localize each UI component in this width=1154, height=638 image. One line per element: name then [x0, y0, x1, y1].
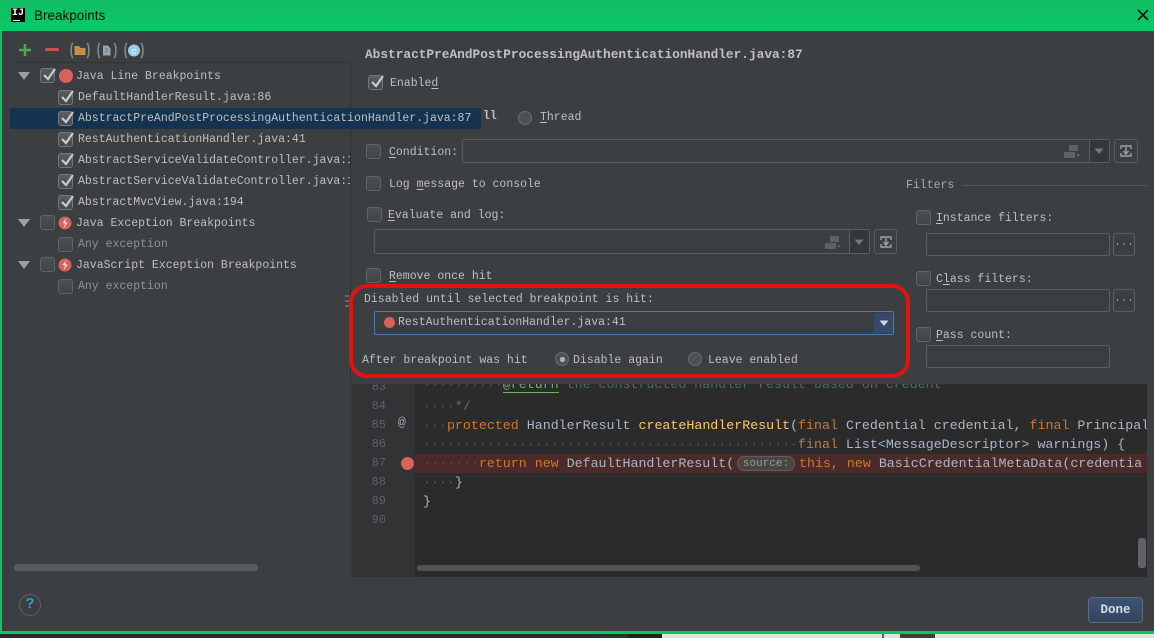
svg-text:c: c	[131, 46, 137, 57]
